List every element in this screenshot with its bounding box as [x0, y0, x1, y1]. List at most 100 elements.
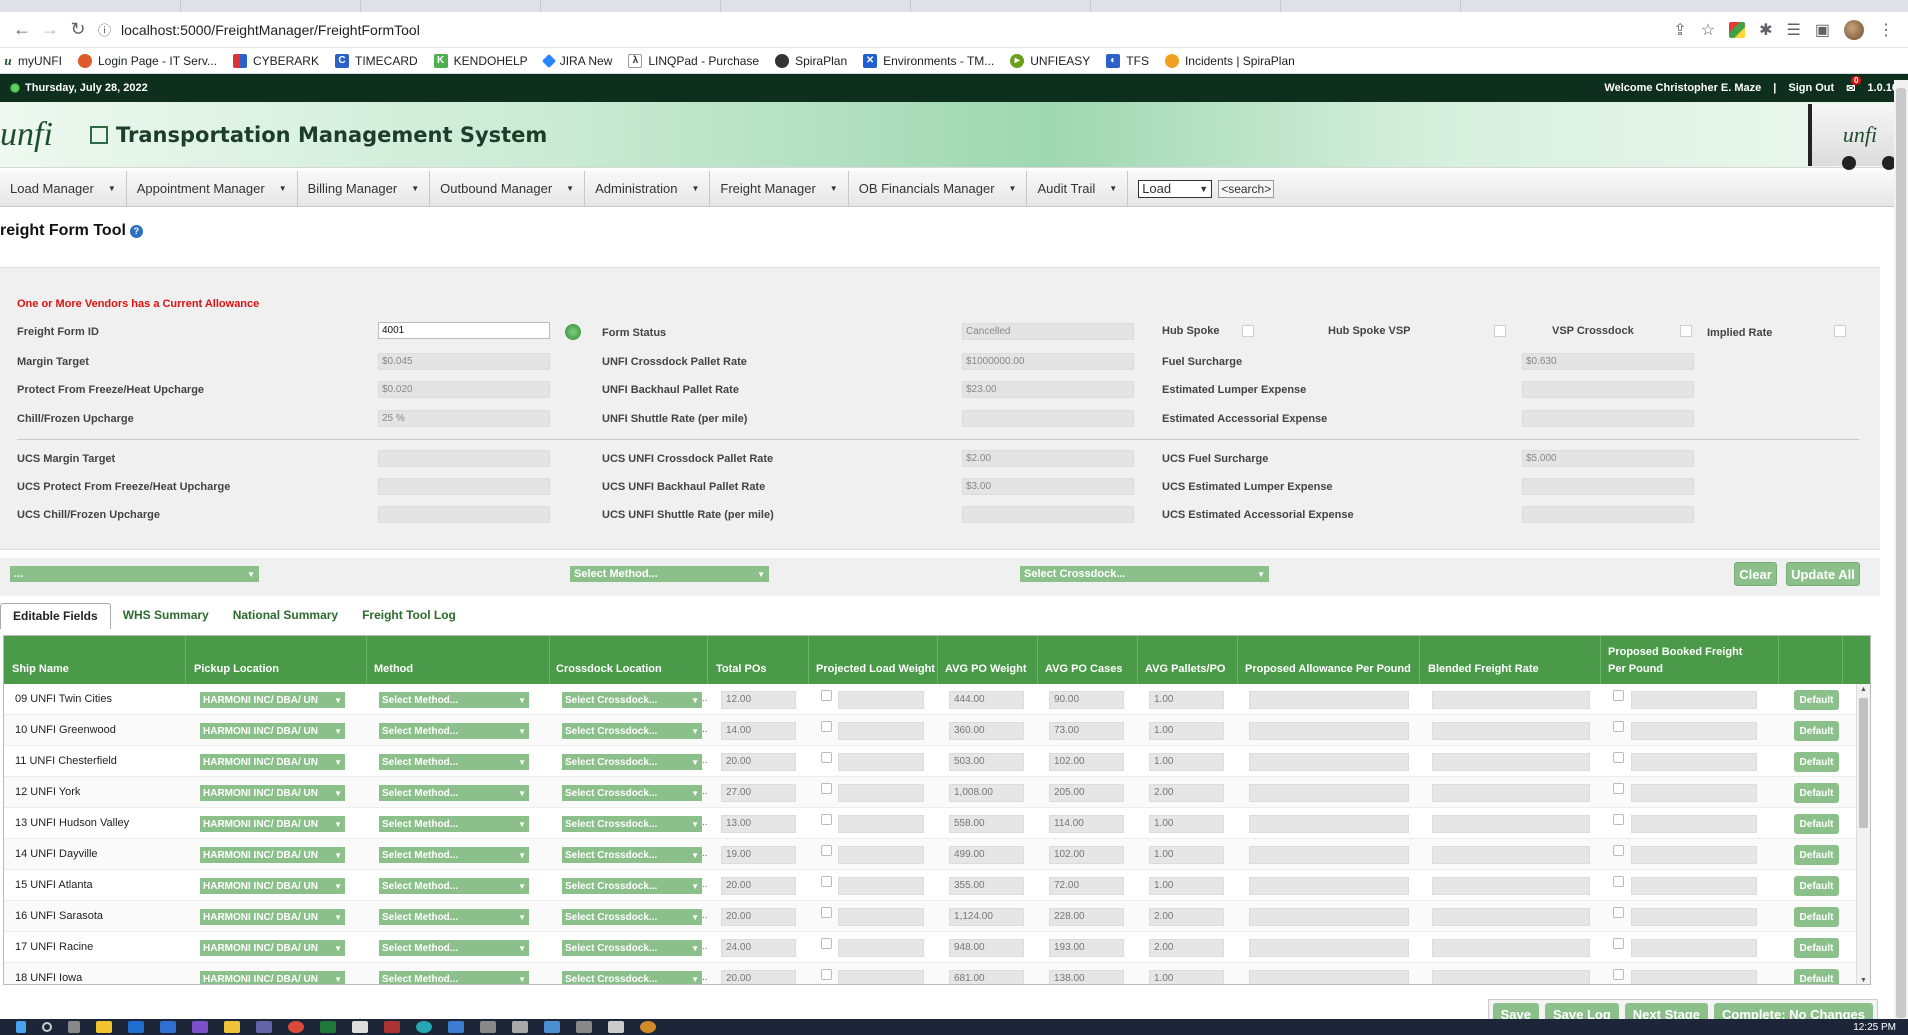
pickup-location-select[interactable]: ... ▼ — [10, 566, 259, 582]
method-dropdown[interactable]: Select Method... ▼ — [379, 754, 529, 770]
projected-weight-field[interactable] — [838, 908, 924, 926]
default-button[interactable]: Default — [1794, 845, 1839, 865]
app-icon-6[interactable] — [576, 1021, 592, 1033]
projected-weight-field[interactable] — [838, 691, 924, 709]
app-icon-3[interactable] — [480, 1021, 496, 1033]
method-dropdown[interactable]: Select Method... ▼ — [379, 847, 529, 863]
nav-ob-financials-manager[interactable]: OB Financials Manager ▼ — [849, 171, 1028, 206]
projected-weight-checkbox[interactable] — [821, 969, 832, 980]
default-button[interactable]: Default — [1794, 969, 1839, 984]
total-pos-field[interactable]: 20.00 — [721, 908, 796, 926]
method-dropdown[interactable]: Select Method... ▼ — [379, 785, 529, 801]
projected-weight-checkbox[interactable] — [821, 752, 832, 763]
default-button[interactable]: Default — [1794, 876, 1839, 896]
back-icon[interactable]: ← — [8, 16, 36, 44]
projected-weight-field[interactable] — [838, 970, 924, 984]
total-pos-field[interactable]: 19.00 — [721, 846, 796, 864]
bookmark-jira[interactable]: JIRA New — [541, 53, 612, 68]
menu-kebab-icon[interactable]: ⋮ — [1878, 20, 1894, 40]
default-button[interactable]: Default — [1794, 752, 1839, 772]
proposed-booked-field[interactable] — [1631, 815, 1757, 833]
total-pos-field[interactable]: 14.00 — [721, 722, 796, 740]
pickup-location-dropdown[interactable]: HARMONI INC/ DBA/ UN ▼ — [200, 940, 345, 956]
scroll-thumb[interactable] — [1859, 698, 1868, 828]
nav-load-manager[interactable]: Load Manager ▼ — [0, 171, 127, 206]
method-dropdown[interactable]: Select Method... ▼ — [379, 971, 529, 984]
crossdock-dropdown[interactable]: Select Crossdock... ▼ — [562, 971, 702, 984]
app-icon-7[interactable] — [608, 1021, 624, 1033]
crossdock-dropdown[interactable]: Select Crossdock... ▼ — [562, 909, 702, 925]
default-button[interactable]: Default — [1794, 907, 1839, 927]
default-button[interactable]: Default — [1794, 690, 1839, 710]
tab-whs-summary[interactable]: WHS Summary — [111, 603, 221, 629]
default-button[interactable]: Default — [1794, 814, 1839, 834]
total-pos-field[interactable]: 13.00 — [721, 815, 796, 833]
proposed-allowance-field[interactable] — [1249, 908, 1409, 926]
total-pos-field[interactable]: 27.00 — [721, 784, 796, 802]
col-proposed-booked-freight[interactable]: Proposed Booked Freight Per Pound — [1608, 644, 1758, 678]
proposed-booked-field[interactable] — [1631, 846, 1757, 864]
nav-search-input[interactable]: <search> — [1218, 179, 1275, 198]
proposed-booked-field[interactable] — [1631, 784, 1757, 802]
pickup-location-dropdown[interactable]: HARMONI INC/ DBA/ UN ▼ — [200, 754, 345, 770]
proposed-booked-checkbox[interactable] — [1613, 721, 1624, 732]
extensions-puzzle-icon[interactable]: ✱ — [1759, 20, 1772, 40]
method-dropdown[interactable]: Select Method... ▼ — [379, 723, 529, 739]
mail-icon[interactable]: ✉ 0 — [1846, 75, 1862, 95]
proposed-booked-field[interactable] — [1631, 753, 1757, 771]
reading-list-icon[interactable]: ☰ — [1787, 20, 1801, 40]
col-crossdock-location[interactable]: Crossdock Location — [556, 661, 662, 678]
notepad-icon[interactable] — [352, 1021, 368, 1033]
crossdock-dropdown[interactable]: Select Crossdock... ▼ — [562, 723, 702, 739]
proposed-booked-field[interactable] — [1631, 877, 1757, 895]
col-avg-po-weight[interactable]: AVG PO Weight — [945, 661, 1027, 678]
visual-studio-icon[interactable] — [160, 1021, 176, 1033]
proposed-booked-checkbox[interactable] — [1613, 845, 1624, 856]
nav-administration[interactable]: Administration ▼ — [585, 171, 711, 206]
page-scrollbar[interactable] — [1894, 80, 1908, 1020]
update-all-button[interactable]: Update All — [1786, 562, 1860, 586]
proposed-booked-checkbox[interactable] — [1613, 783, 1624, 794]
bookmark-linqpad[interactable]: λ LINQPad - Purchase — [628, 53, 759, 68]
crossdock-dropdown[interactable]: Select Crossdock... ▼ — [562, 816, 702, 832]
outlook-icon[interactable] — [128, 1021, 144, 1033]
proposed-booked-field[interactable] — [1631, 908, 1757, 926]
page-scroll-thumb[interactable] — [1896, 88, 1906, 1018]
pickup-location-dropdown[interactable]: HARMONI INC/ DBA/ UN ▼ — [200, 971, 345, 984]
col-proposed-allowance[interactable]: Proposed Allowance Per Pound — [1245, 661, 1411, 678]
bookmark-spiraplan[interactable]: SpiraPlan — [775, 53, 847, 68]
search-icon[interactable] — [42, 1022, 52, 1032]
nav-outbound-manager[interactable]: Outbound Manager ▼ — [430, 171, 586, 206]
pickup-location-dropdown[interactable]: HARMONI INC/ DBA/ UN ▼ — [200, 909, 345, 925]
col-method[interactable]: Method — [374, 661, 413, 678]
proposed-booked-checkbox[interactable] — [1613, 969, 1624, 980]
projected-weight-checkbox[interactable] — [821, 938, 832, 949]
projected-weight-field[interactable] — [838, 753, 924, 771]
method-dropdown[interactable]: Select Method... ▼ — [379, 878, 529, 894]
proposed-booked-field[interactable] — [1631, 939, 1757, 957]
method-dropdown[interactable]: Select Method... ▼ — [379, 692, 529, 708]
projected-weight-checkbox[interactable] — [821, 814, 832, 825]
site-info-icon[interactable]: ⓘ — [98, 20, 111, 39]
total-pos-field[interactable]: 20.00 — [721, 753, 796, 771]
default-button[interactable]: Default — [1794, 938, 1839, 958]
proposed-allowance-field[interactable] — [1249, 846, 1409, 864]
method-dropdown[interactable]: Select Method... ▼ — [379, 909, 529, 925]
crossdock-dropdown[interactable]: Select Crossdock... ▼ — [562, 940, 702, 956]
projected-weight-checkbox[interactable] — [821, 845, 832, 856]
profile-avatar[interactable] — [1844, 19, 1864, 40]
nav-appointment-manager[interactable]: Appointment Manager ▼ — [127, 171, 298, 206]
vsp-crossdock-checkbox[interactable] — [1680, 325, 1692, 337]
crossdock-dropdown[interactable]: Select Crossdock... ▼ — [562, 847, 702, 863]
pickup-location-dropdown[interactable]: HARMONI INC/ DBA/ UN ▼ — [200, 878, 345, 894]
projected-weight-field[interactable] — [838, 939, 924, 957]
load-form-icon[interactable] — [565, 324, 581, 340]
crossdock-dropdown[interactable]: Select Crossdock... ▼ — [562, 878, 702, 894]
bookmark-cyberark[interactable]: CYBERARK — [232, 53, 319, 68]
side-panel-icon[interactable]: ▣ — [1815, 20, 1830, 40]
freight-form-id-input[interactable]: 4001 — [378, 322, 550, 339]
help-icon[interactable]: ? — [129, 224, 143, 238]
pickup-location-dropdown[interactable]: HARMONI INC/ DBA/ UN ▼ — [200, 847, 345, 863]
bookmark-timecard[interactable]: C TIMECARD — [334, 53, 418, 68]
method-dropdown[interactable]: Select Method... ▼ — [379, 940, 529, 956]
